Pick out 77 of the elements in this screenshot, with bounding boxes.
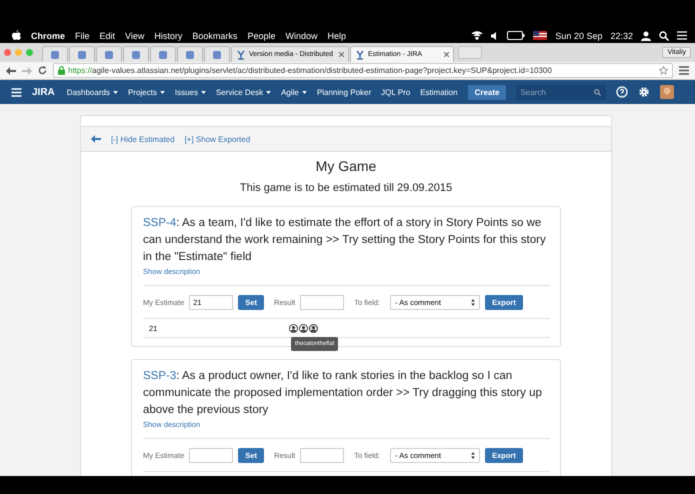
caret-icon[interactable] bbox=[302, 90, 307, 94]
pinned-tab[interactable] bbox=[177, 46, 203, 62]
close-icon[interactable] bbox=[444, 52, 449, 57]
list-icon[interactable] bbox=[677, 31, 687, 40]
app-menu[interactable]: Chrome bbox=[31, 30, 66, 40]
site-icon bbox=[50, 50, 60, 60]
result-input[interactable] bbox=[300, 294, 344, 310]
close-icon[interactable] bbox=[339, 52, 344, 57]
search-icon[interactable] bbox=[659, 30, 669, 40]
menu-item[interactable]: History bbox=[154, 30, 182, 40]
caret-icon[interactable] bbox=[112, 90, 118, 94]
site-icon bbox=[355, 50, 365, 60]
menu-item[interactable]: Bookmarks bbox=[192, 30, 238, 40]
avatar-icon[interactable] bbox=[660, 85, 674, 99]
caret-icon[interactable] bbox=[160, 90, 165, 94]
nav-menu-item[interactable]: JQL Pro bbox=[381, 88, 410, 96]
pinned-tab[interactable] bbox=[123, 46, 149, 62]
menu-item[interactable]: File bbox=[75, 30, 90, 40]
site-icon bbox=[158, 50, 168, 60]
estimate-input[interactable] bbox=[189, 448, 234, 462]
flag-icon[interactable] bbox=[533, 31, 548, 40]
battery-icon[interactable] bbox=[507, 31, 526, 40]
nav-menu-item[interactable]: Estimation bbox=[420, 88, 458, 96]
nav-menu-item[interactable]: Issues bbox=[174, 88, 198, 96]
search-field[interactable]: Search bbox=[516, 84, 606, 100]
site-icon bbox=[104, 50, 114, 60]
user-icon[interactable] bbox=[299, 324, 308, 332]
pinned-tab[interactable] bbox=[150, 46, 176, 62]
date-text: Sun 20 Sep bbox=[555, 30, 602, 40]
user-icon[interactable] bbox=[289, 324, 298, 332]
pinned-tab[interactable] bbox=[69, 46, 95, 62]
game-deadline: This game is to be estimated till 29.09.2015 bbox=[238, 182, 454, 194]
settings-icon[interactable] bbox=[638, 86, 650, 98]
menu-item[interactable]: People bbox=[247, 30, 276, 40]
star-icon[interactable] bbox=[659, 66, 668, 75]
caret-icon[interactable] bbox=[266, 90, 272, 94]
menu-item[interactable]: Edit bbox=[100, 30, 116, 40]
pinned-tab[interactable] bbox=[96, 46, 122, 62]
select-arrows-icon bbox=[471, 298, 476, 306]
pinned-tab[interactable] bbox=[204, 46, 230, 62]
site-icon bbox=[131, 50, 141, 60]
toggle-link[interactable]: [-] Hide Estimated bbox=[111, 134, 175, 144]
nav-menu-item[interactable]: Projects bbox=[128, 88, 157, 96]
site-icon bbox=[185, 50, 195, 60]
game-title: My Game bbox=[314, 158, 378, 174]
nav-menu-item[interactable]: Dashboards bbox=[66, 88, 110, 96]
issue-summary: SSP-4: As a team, I'd like to estimate the effort of a story in Story Points so we can understand the work remaining >> Try setting the Story Points for this story in the "Estimate" field bbox=[143, 216, 547, 265]
toggle-link[interactable]: [+] Show Exported bbox=[184, 134, 250, 144]
back-arrow-icon[interactable] bbox=[91, 135, 101, 143]
back-button[interactable] bbox=[6, 66, 16, 74]
address-bar[interactable]: https://agile-values.atlassian.net/plugins/servlet/ac/distributed-estimation/distributed-estimation-page?project.key=SUP&project.id=10300 bbox=[53, 63, 673, 78]
lock-icon bbox=[58, 66, 65, 75]
clock-text: 22:32 bbox=[610, 30, 633, 40]
menu-item[interactable]: Window bbox=[285, 30, 318, 40]
reload-button[interactable] bbox=[38, 66, 47, 75]
issue-key-link[interactable]: SSP-3 bbox=[143, 370, 176, 382]
menu-icon[interactable] bbox=[679, 66, 689, 75]
nav-menu-item[interactable]: Service Desk bbox=[216, 88, 264, 96]
caret-icon[interactable] bbox=[200, 90, 206, 94]
menu-item[interactable]: Help bbox=[327, 30, 346, 40]
user-icon[interactable] bbox=[309, 324, 318, 332]
apple-logo-icon[interactable] bbox=[12, 30, 21, 41]
site-icon bbox=[236, 50, 246, 60]
issue-summary: SSP-3: As a product owner, I'd like to rank stories in the backlog so I can communicate the proposed implementation order >> Try dragging this story up above the previous story bbox=[143, 369, 543, 418]
help-icon[interactable] bbox=[616, 86, 628, 98]
create-button[interactable]: Create bbox=[468, 84, 506, 100]
jira-logo[interactable]: JIRA bbox=[32, 86, 55, 98]
issue-key-link[interactable]: SSP-4 bbox=[143, 217, 176, 229]
nav-menu-item[interactable]: Agile bbox=[281, 88, 299, 96]
menu-item[interactable]: View bbox=[125, 30, 144, 40]
site-icon bbox=[77, 50, 87, 60]
nav-menu-item[interactable]: Planning Poker bbox=[316, 88, 372, 96]
wifi-icon[interactable] bbox=[471, 31, 484, 40]
user-icon[interactable] bbox=[641, 30, 651, 40]
result-input[interactable] bbox=[300, 448, 344, 462]
site-icon bbox=[212, 50, 222, 60]
select-arrows-icon bbox=[471, 452, 476, 458]
